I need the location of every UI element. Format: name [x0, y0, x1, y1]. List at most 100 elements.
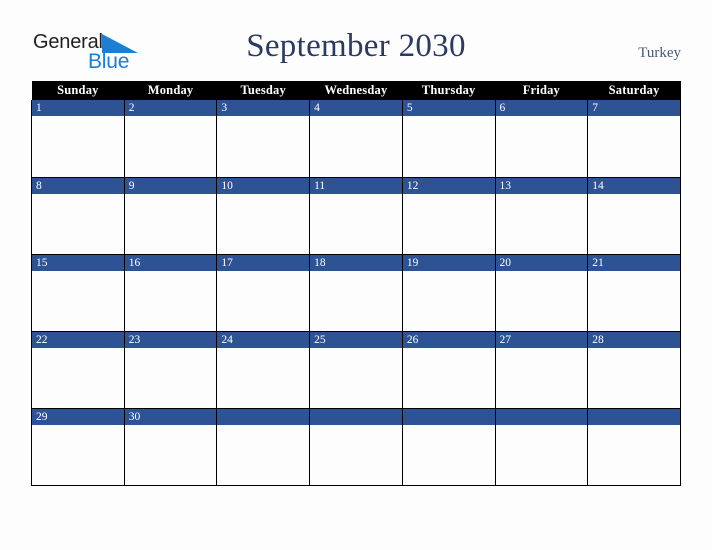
page-header: General Blue September 2030 Turkey [0, 0, 712, 80]
day-events-area[interactable] [310, 347, 402, 408]
day-cell[interactable]: 28 [587, 331, 681, 409]
date-number: 19 [402, 254, 495, 271]
day-cell-empty[interactable] [587, 408, 681, 486]
day-cell[interactable]: 18 [309, 254, 403, 332]
day-events-area[interactable] [124, 424, 217, 485]
date-number: 10 [217, 177, 310, 194]
day-cell-empty[interactable] [309, 408, 403, 486]
day-cell[interactable]: 16 [123, 254, 218, 332]
day-cell-empty[interactable] [216, 408, 311, 486]
day-events-area[interactable] [217, 193, 310, 254]
day-events-area[interactable] [124, 270, 217, 331]
day-cell[interactable]: 25 [309, 331, 403, 409]
date-number: 27 [495, 331, 588, 348]
day-cell[interactable]: 11 [309, 177, 403, 255]
day-events-area[interactable] [32, 347, 124, 408]
day-cell[interactable]: 7 [587, 100, 681, 178]
day-cell[interactable]: 6 [494, 100, 589, 178]
day-events-area[interactable] [402, 193, 495, 254]
date-number: 15 [32, 254, 124, 271]
day-cell[interactable]: 13 [494, 177, 589, 255]
date-number: 6 [495, 100, 588, 116]
date-number: 16 [124, 254, 217, 271]
day-events-area[interactable] [310, 270, 402, 331]
day-cell[interactable]: 23 [123, 331, 218, 409]
date-number: 14 [588, 177, 680, 194]
monthly-calendar-grid: Sunday Monday Tuesday Wednesday Thursday… [31, 81, 681, 486]
date-number: 5 [402, 100, 495, 116]
date-number [217, 408, 310, 425]
day-events-area[interactable] [495, 116, 588, 176]
date-number: 28 [588, 331, 680, 348]
date-number: 13 [495, 177, 588, 194]
day-events-area[interactable] [588, 424, 680, 485]
day-events-area[interactable] [495, 347, 588, 408]
day-cell[interactable]: 24 [216, 331, 311, 409]
day-events-area[interactable] [124, 347, 217, 408]
day-cell[interactable]: 9 [123, 177, 218, 255]
day-cell[interactable]: 19 [401, 254, 496, 332]
day-events-area[interactable] [217, 424, 310, 485]
day-cell[interactable]: 15 [31, 254, 125, 332]
day-cell[interactable]: 8 [31, 177, 125, 255]
day-events-area[interactable] [588, 116, 680, 176]
date-number: 25 [310, 331, 402, 348]
day-events-area[interactable] [588, 270, 680, 331]
day-events-area[interactable] [124, 116, 217, 176]
day-cell[interactable]: 22 [31, 331, 125, 409]
day-events-area[interactable] [32, 270, 124, 331]
day-cell[interactable]: 10 [216, 177, 311, 255]
date-number: 7 [588, 100, 680, 116]
day-cell[interactable]: 4 [309, 100, 403, 178]
date-number: 3 [217, 100, 310, 116]
date-number: 26 [402, 331, 495, 348]
day-events-area[interactable] [217, 270, 310, 331]
day-events-area[interactable] [32, 116, 124, 176]
page-title: September 2030 [246, 28, 466, 64]
day-events-area[interactable] [32, 193, 124, 254]
day-cell[interactable]: 26 [401, 331, 496, 409]
day-cell-empty[interactable] [401, 408, 496, 486]
day-events-area[interactable] [402, 347, 495, 408]
region-label: Turkey [638, 45, 681, 61]
day-events-area[interactable] [402, 270, 495, 331]
day-events-area[interactable] [217, 347, 310, 408]
date-number: 18 [310, 254, 402, 271]
day-cell[interactable]: 1 [31, 100, 125, 178]
day-cell[interactable]: 3 [216, 100, 311, 178]
day-events-area[interactable] [310, 116, 402, 176]
weekday-header-row: Sunday Monday Tuesday Wednesday Thursday… [31, 81, 681, 100]
day-cell[interactable]: 20 [494, 254, 589, 332]
day-cell[interactable]: 2 [123, 100, 218, 178]
day-events-area[interactable] [402, 424, 495, 485]
day-cell[interactable]: 29 [31, 408, 125, 486]
weekday-header-tuesday: Tuesday [216, 81, 310, 100]
date-number: 9 [124, 177, 217, 194]
day-events-area[interactable] [217, 116, 310, 176]
calendar-body: 1 2 3 4 5 6 7 8 9 10 11 12 13 14 15 16 1… [31, 100, 681, 486]
day-cell[interactable]: 12 [401, 177, 496, 255]
day-events-area[interactable] [124, 193, 217, 254]
date-number [588, 408, 680, 425]
day-events-area[interactable] [495, 270, 588, 331]
day-events-area[interactable] [495, 193, 588, 254]
day-events-area[interactable] [310, 424, 402, 485]
day-cell[interactable]: 17 [216, 254, 311, 332]
weekday-header-saturday: Saturday [587, 81, 681, 100]
calendar-week-row: 22 23 24 25 26 27 28 [31, 331, 681, 409]
day-cell[interactable]: 21 [587, 254, 681, 332]
day-cell[interactable]: 5 [401, 100, 496, 178]
day-events-area[interactable] [32, 424, 124, 485]
day-cell[interactable]: 14 [587, 177, 681, 255]
day-cell[interactable]: 30 [123, 408, 218, 486]
day-cell[interactable]: 27 [494, 331, 589, 409]
day-events-area[interactable] [310, 193, 402, 254]
weekday-header-wednesday: Wednesday [309, 81, 403, 100]
day-events-area[interactable] [588, 347, 680, 408]
day-events-area[interactable] [402, 116, 495, 176]
date-number: 8 [32, 177, 124, 194]
day-cell-empty[interactable] [494, 408, 589, 486]
day-events-area[interactable] [495, 424, 588, 485]
day-events-area[interactable] [588, 193, 680, 254]
date-number: 17 [217, 254, 310, 271]
